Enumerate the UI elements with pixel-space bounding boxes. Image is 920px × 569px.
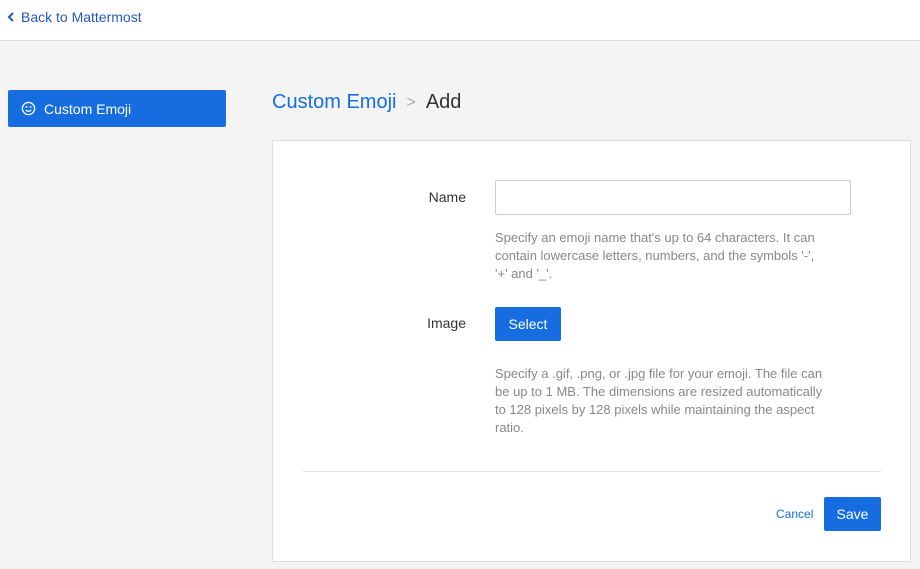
breadcrumb-custom-emoji-link[interactable]: Custom Emoji: [272, 91, 396, 114]
divider: [303, 471, 881, 472]
name-help-text: Specify an emoji name that's up to 64 ch…: [495, 229, 815, 283]
image-label: Image: [346, 315, 466, 331]
save-button[interactable]: Save: [824, 497, 881, 531]
emoji-icon: [21, 101, 36, 116]
image-help-text: Specify a .gif, .png, or .jpg file for y…: [495, 365, 822, 437]
page-title: Add: [426, 91, 462, 114]
add-emoji-form: Name Specify an emoji name that's up to …: [272, 140, 911, 562]
chevron-right-icon: >: [406, 94, 415, 112]
help-line: Specify an emoji name that's up to 64 ch…: [495, 229, 815, 247]
sidebar-item-custom-emoji[interactable]: Custom Emoji: [8, 90, 226, 127]
breadcrumb: Custom Emoji > Add: [272, 91, 461, 114]
back-to-mattermost-link[interactable]: Back to Mattermost: [7, 9, 142, 25]
chevron-left-icon: [7, 12, 15, 22]
back-label: Back to Mattermost: [21, 9, 142, 25]
name-label: Name: [346, 189, 466, 205]
help-line: contain lowercase letters, numbers, and …: [495, 247, 815, 265]
help-line: be up to 1 MB. The dimensions are resize…: [495, 383, 822, 401]
select-image-button[interactable]: Select: [495, 307, 561, 341]
cancel-button[interactable]: Cancel: [776, 507, 813, 521]
help-line: to 128 pixels by 128 pixels while mainta…: [495, 401, 822, 419]
help-line: Specify a .gif, .png, or .jpg file for y…: [495, 365, 822, 383]
sidebar-item-label: Custom Emoji: [44, 101, 131, 117]
top-bar: Back to Mattermost: [0, 0, 920, 41]
help-line: '+' and '_'.: [495, 265, 815, 283]
help-line: ratio.: [495, 419, 822, 437]
name-input[interactable]: [495, 180, 851, 215]
